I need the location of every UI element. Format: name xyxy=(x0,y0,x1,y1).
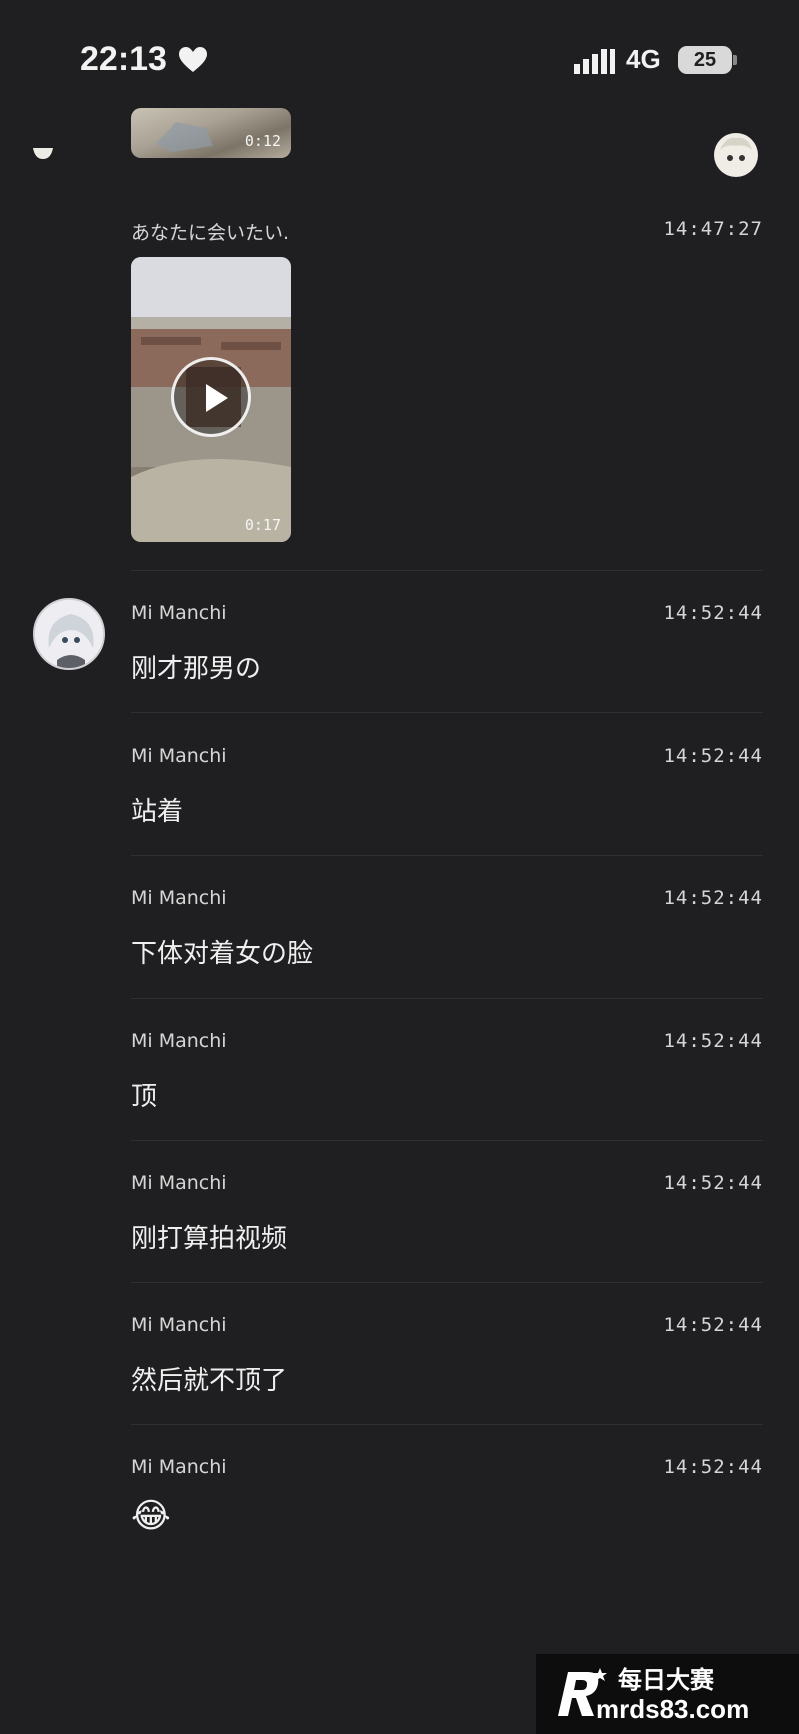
status-time: 22:13 xyxy=(80,40,167,78)
video-message-1[interactable]: 0:12 xyxy=(131,108,291,158)
sender-name: Mi Manchi xyxy=(131,887,227,909)
message-time: 14:52:44 xyxy=(663,1030,763,1052)
battery-tip xyxy=(733,55,737,65)
message-time: 14:52:44 xyxy=(663,602,763,624)
sender-name: Mi Manchi xyxy=(131,1314,227,1336)
signal-icon xyxy=(574,49,615,74)
message-time: 14:52:44 xyxy=(663,745,763,767)
message-text[interactable]: 然后就不顶了 xyxy=(131,1360,287,1397)
battery-icon: 25 xyxy=(678,46,732,74)
avatar-self[interactable] xyxy=(712,130,760,180)
heart-icon xyxy=(179,47,207,72)
message-text[interactable]: 顶 xyxy=(131,1076,157,1113)
watermark-title: 每日大赛 xyxy=(618,1666,714,1694)
divider xyxy=(131,998,763,999)
watermark: 每日大赛 mrds83.com xyxy=(536,1654,799,1734)
message-emoji[interactable]: 😂 xyxy=(131,1496,171,1536)
divider xyxy=(131,1140,763,1141)
sender-name: Mi Manchi xyxy=(131,1030,227,1052)
play-icon[interactable] xyxy=(171,357,251,437)
avatar-mi-manchi[interactable] xyxy=(33,598,105,670)
divider xyxy=(131,1424,763,1425)
status-bar: 22:13 4G 25 xyxy=(0,0,799,100)
sender-name: Mi Manchi xyxy=(131,1456,227,1478)
message-time: 14:52:44 xyxy=(663,1314,763,1336)
media-caption: あなたに会いたい. xyxy=(131,222,290,244)
divider xyxy=(131,712,763,713)
divider xyxy=(131,570,763,571)
message-text[interactable]: 站着 xyxy=(131,791,183,828)
avatar-small-left xyxy=(33,148,53,159)
message-time: 14:52:44 xyxy=(663,1172,763,1194)
message-text[interactable]: 下体对着女の脸 xyxy=(131,933,313,970)
message-time: 14:52:44 xyxy=(663,1456,763,1478)
message-text[interactable]: 刚打算拍视频 xyxy=(131,1218,287,1255)
sender-name: Mi Manchi xyxy=(131,1172,227,1194)
sender-name: Mi Manchi xyxy=(131,745,227,767)
network-label: 4G xyxy=(626,44,661,74)
divider xyxy=(131,1282,763,1283)
video-duration: 0:12 xyxy=(244,132,281,150)
sender-name: Mi Manchi xyxy=(131,602,227,624)
video-duration: 0:17 xyxy=(244,516,281,534)
divider xyxy=(131,855,763,856)
media-caption-time: 14:47:27 xyxy=(663,218,763,240)
avatar-illustration xyxy=(35,600,103,668)
message-text[interactable]: 刚才那男の xyxy=(131,648,261,685)
video-frame-icon xyxy=(156,122,213,152)
watermark-url: mrds83.com xyxy=(596,1694,750,1724)
message-time: 14:52:44 xyxy=(663,887,763,909)
video-message-2[interactable]: 0:17 xyxy=(131,257,291,542)
